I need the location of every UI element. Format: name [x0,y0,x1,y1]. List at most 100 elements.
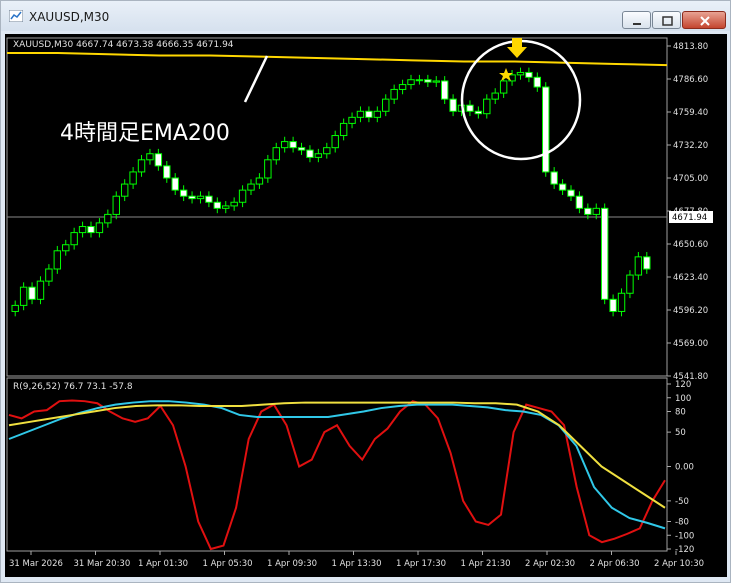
candle-body [617,292,626,312]
window-title: XAUUSD,M30 [29,10,110,24]
candle-body [643,256,651,270]
candle-body [272,147,280,161]
highlight-circle [460,39,582,161]
candle-body [163,165,171,179]
indicator-tick-label: -100 [675,531,694,541]
candle-body [466,104,474,112]
price-tick-label: 4705.00 [673,174,708,184]
candle-body [525,71,533,78]
time-tick-label: 1 Apr 05:30 [203,559,253,569]
price-tick-label: 4759.40 [673,108,708,118]
candle-body [297,147,306,151]
candle-body [120,183,129,197]
candle-body [45,268,53,282]
candle-body [280,141,289,149]
indicator-tick-label: 120 [675,380,691,390]
time-tick-label: 31 Mar 20:30 [74,559,131,569]
candle-body [53,250,62,270]
price-tick-label: 4813.80 [673,42,708,52]
candle-body [634,256,643,276]
time-tick-label: 31 Mar 2026 [9,559,63,569]
price-chart[interactable]: XAUUSD,M30 4667.74 4673.38 4666.35 4671.… [5,34,727,577]
candle-body [499,80,508,94]
candle-body [28,286,36,300]
indicator-tick-label: 0.00 [675,463,694,473]
candle-body [129,171,137,185]
candle-body [542,86,550,173]
minimize-icon [633,23,641,25]
candle-body [424,79,432,83]
indicator-tick-label: 50 [675,428,686,438]
candle-body [440,80,449,100]
close-button[interactable] [682,11,726,29]
candle-body [306,149,314,158]
maximize-icon [662,16,673,26]
time-tick-label: 2 Apr 02:30 [525,559,575,569]
candle-body [19,286,28,306]
title-bar[interactable]: XAUUSD,M30 [1,1,730,31]
candle-body [483,98,491,115]
candle-body [516,71,525,76]
candle-body [449,98,457,112]
price-tick-label: 4786.60 [673,75,708,85]
price-tick-label: 4596.20 [673,306,708,316]
candle-body [626,274,634,294]
chart-header: XAUUSD,M30 4667.74 4673.38 4666.35 4671.… [13,40,234,50]
price-tick-label: 4650.60 [673,240,708,250]
candle-body [339,122,348,137]
candle-body [247,183,255,191]
candle-body [533,76,542,88]
candle-body [154,153,163,167]
candle-body [95,222,104,234]
candle-body [415,79,424,82]
candle-body [104,213,112,224]
candle-body [373,110,382,118]
candle-body [112,195,120,215]
indicator-header: R(9,26,52) 76.7 73.1 -57.8 [13,382,133,392]
time-tick-label: 1 Apr 13:30 [332,559,382,569]
indicator-tick-label: 100 [675,394,691,404]
indicator-series [8,399,666,551]
candle-body [407,79,415,86]
candle-body [196,195,205,200]
candle-body [179,189,188,197]
candle-body [78,226,87,234]
main-chart-border [6,37,668,377]
time-tick-label: 1 Apr 17:30 [396,559,446,569]
candle-body [222,205,230,209]
candle-body [323,147,331,155]
candle-body [609,298,617,312]
chart-area[interactable]: XAUUSD,M30 4667.74 4673.38 4666.35 4671.… [5,34,727,577]
candle-body [592,207,600,215]
candle-body [62,244,70,252]
maximize-button[interactable] [652,11,681,29]
indicator-tick-label: 80 [675,408,686,418]
candle-body [11,304,19,312]
time-tick-label: 1 Apr 01:30 [138,559,188,569]
candle-body [171,177,179,191]
candle-body [289,141,297,149]
candle-body [70,232,78,246]
indicator-axis[interactable]: 120 100 80 50 0.00 -50 -80 -100 -120 [667,380,694,555]
candle-body [567,189,575,197]
candle-body [331,135,339,149]
candle-body [575,195,584,209]
candle-body [213,201,222,209]
indicator-line [8,401,666,509]
minimize-button[interactable] [622,11,651,29]
candle-body [87,226,95,234]
chart-window: XAUUSD,M30 XAUUSD,M30 4667.74 4673.38 46… [0,0,731,583]
candle-body [205,195,213,203]
candle-body [474,110,483,115]
candle-body [365,110,373,118]
candle-body [398,84,407,90]
indicator-tick-label: -80 [675,518,689,528]
time-axis[interactable]: 31 Mar 2026 31 Mar 20:30 1 Apr 01:30 1 Apr … [9,551,704,569]
annotation-arrow [243,55,269,103]
candle-body [146,153,154,161]
indicator-tick-label: -120 [675,545,694,555]
annotation-label: 4時間足EMA200 [60,121,230,146]
candle-body [491,92,499,100]
time-tick-label: 1 Apr 21:30 [461,559,511,569]
candle-body [264,159,272,179]
